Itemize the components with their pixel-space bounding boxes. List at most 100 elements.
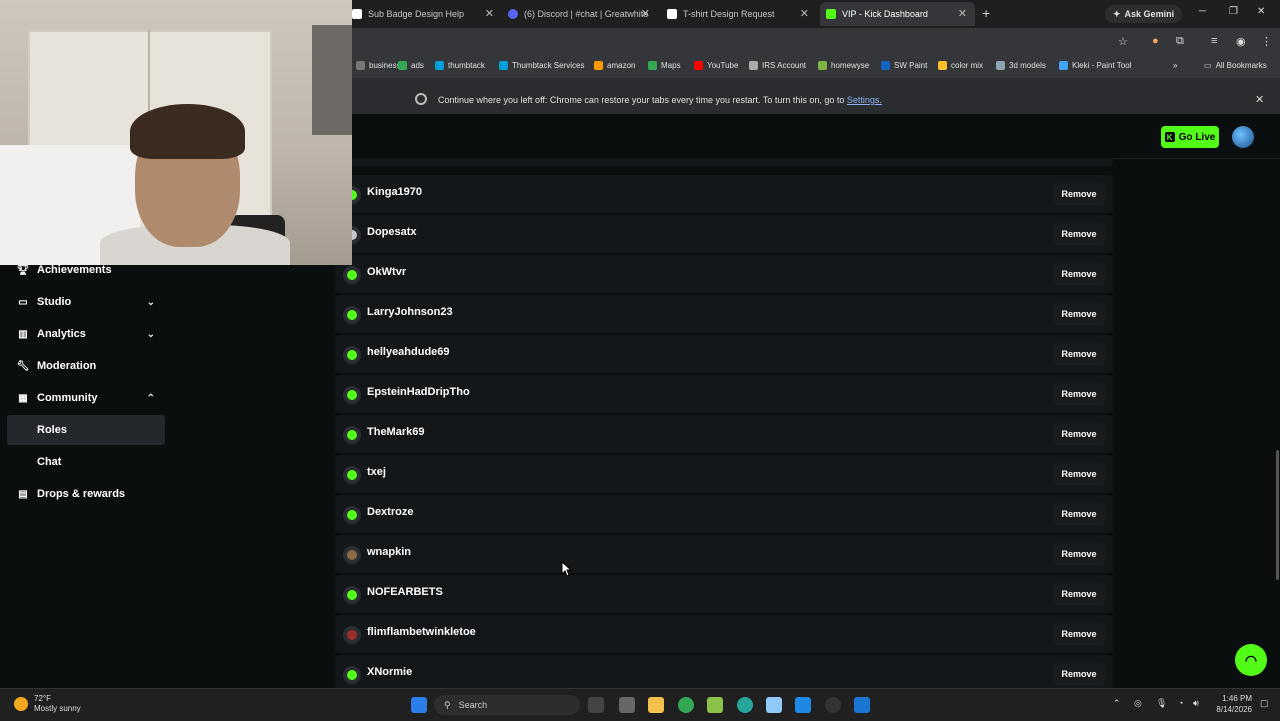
close-icon[interactable]: ✕ (958, 7, 967, 20)
tab-vip-kick[interactable]: VIP - Kick Dashboard ✕ (820, 2, 975, 26)
tab-sub-badge[interactable]: Sub Badge Design Help ✕ (352, 2, 502, 26)
tab-tshirt[interactable]: T-shirt Design Request ✕ (667, 2, 817, 26)
taskbar-search[interactable]: ⚲ Search (434, 695, 580, 715)
go-live-button[interactable]: K Go Live (1161, 126, 1219, 148)
puzzle-icon[interactable]: ⧉ (1176, 35, 1184, 48)
chevron-up-icon[interactable]: ⌃ (1113, 698, 1121, 709)
username[interactable]: NOFEARBETS (367, 586, 443, 598)
page-scrollbar[interactable] (1276, 450, 1279, 580)
obs-icon[interactable] (825, 697, 841, 713)
sidebar-item-roles[interactable]: Roles (7, 415, 165, 445)
username[interactable]: flimflambetwinkletoe (367, 626, 476, 638)
avatar[interactable] (343, 386, 361, 404)
bookmark-item[interactable]: Kleki - Paint Tool (1059, 61, 1131, 70)
file-explorer-icon[interactable] (648, 697, 664, 713)
bookmark-item[interactable]: business (356, 61, 401, 70)
word-icon[interactable] (854, 697, 870, 713)
remove-button[interactable]: Remove (1053, 503, 1105, 525)
new-tab-button[interactable]: + (982, 5, 990, 21)
network-icon[interactable]: ◎ (1134, 698, 1142, 709)
username[interactable]: hellyeahdude69 (367, 346, 450, 358)
username[interactable]: wnapkin (367, 546, 411, 558)
profile-icon[interactable]: ◉ (1236, 35, 1246, 48)
avatar[interactable] (343, 346, 361, 364)
sidebar-item-moderation[interactable]: 🔧︎ Moderation (7, 351, 165, 381)
bookmark-item[interactable]: thumbtack (435, 61, 485, 70)
settings-link[interactable]: Settings. (847, 95, 882, 105)
avatar[interactable] (1232, 126, 1254, 148)
app-icon[interactable] (707, 697, 723, 713)
windows-start-icon[interactable] (411, 697, 427, 713)
sidebar-item-chat[interactable]: Chat (7, 447, 165, 477)
remove-button[interactable]: Remove (1053, 343, 1105, 365)
username[interactable]: LarryJohnson23 (367, 306, 453, 318)
extension-icon[interactable]: ● (1152, 35, 1159, 47)
more-bookmarks-icon[interactable]: » (1173, 61, 1177, 70)
username[interactable]: Dextroze (367, 506, 413, 518)
remove-button[interactable]: Remove (1053, 223, 1105, 245)
all-bookmarks-button[interactable]: ▭ All Bookmarks (1204, 61, 1267, 70)
remove-button[interactable]: Remove (1053, 303, 1105, 325)
username[interactable]: Dopesatx (367, 226, 417, 238)
media-icon[interactable]: ≡ (1211, 35, 1217, 47)
remove-button[interactable]: Remove (1053, 183, 1105, 205)
avatar[interactable] (343, 546, 361, 564)
remove-button[interactable]: Remove (1053, 263, 1105, 285)
window-close-icon[interactable]: ✕ (1257, 6, 1265, 17)
avatar[interactable] (343, 266, 361, 284)
sidebar-item-drops-rewards[interactable]: ▤ Drops & rewards (7, 479, 165, 509)
bookmark-star-icon[interactable]: ☆ (1118, 35, 1128, 48)
remove-button[interactable]: Remove (1053, 463, 1105, 485)
weather-widget[interactable]: 72°F Mostly sunny (14, 694, 81, 714)
notes-icon[interactable] (766, 697, 782, 713)
avatar[interactable] (343, 586, 361, 604)
task-view-icon[interactable] (588, 697, 604, 713)
menu-icon[interactable]: ⋮ (1261, 35, 1272, 48)
edge-icon[interactable] (737, 697, 753, 713)
bookmark-item[interactable]: Maps (648, 61, 681, 70)
restore-icon[interactable]: ❐ (1229, 6, 1238, 17)
bookmark-item[interactable]: Thumbtack Services (499, 61, 584, 70)
close-icon[interactable]: ✕ (641, 7, 650, 20)
wifi-icon[interactable]: ◔ (1178, 698, 1183, 708)
system-clock[interactable]: 1:46 PM 8/14/2026 (1208, 693, 1252, 715)
avatar[interactable] (343, 626, 361, 644)
microphone-icon[interactable]: 🎙︎ (1156, 698, 1167, 709)
sidebar-item-analytics[interactable]: ▥ Analytics ⌄ (7, 319, 165, 349)
remove-button[interactable]: Remove (1053, 543, 1105, 565)
avatar[interactable] (343, 306, 361, 324)
username[interactable]: OkWtvr (367, 266, 406, 278)
remove-button[interactable]: Remove (1053, 583, 1105, 605)
remove-button[interactable]: Remove (1053, 623, 1105, 645)
sidebar-item-community[interactable]: ▦ Community ⌃ (7, 383, 165, 413)
ask-gemini-button[interactable]: ✦ Ask Gemini (1105, 5, 1183, 23)
bookmark-item[interactable]: SW Paint (881, 61, 927, 70)
bookmark-item[interactable]: 3d models (996, 61, 1046, 70)
avatar[interactable] (343, 426, 361, 444)
bookmark-item[interactable]: IRS Account (749, 61, 806, 70)
avatar[interactable] (343, 466, 361, 484)
tab-discord[interactable]: (6) Discord | #chat | Greatwhite ✕ (508, 2, 658, 26)
chrome-taskbar-icon[interactable] (678, 697, 694, 713)
username[interactable]: XNormie (367, 666, 412, 678)
close-icon[interactable]: ✕ (1255, 93, 1264, 106)
bookmark-item[interactable]: ads (398, 61, 424, 70)
minimize-icon[interactable]: ─ (1199, 6, 1206, 17)
avatar[interactable] (343, 506, 361, 524)
help-chat-button[interactable]: ◠ (1235, 644, 1267, 676)
username[interactable]: TheMark69 (367, 426, 424, 438)
username[interactable]: txej (367, 466, 386, 478)
remove-button[interactable]: Remove (1053, 423, 1105, 445)
bookmark-item[interactable]: color mix (938, 61, 983, 70)
photos-icon[interactable] (795, 697, 811, 713)
sidebar-item-studio[interactable]: ▭ Studio ⌄ (7, 287, 165, 317)
notification-icon[interactable]: ▢ (1260, 698, 1269, 709)
avatar[interactable] (343, 666, 361, 684)
username[interactable]: Kinga1970 (367, 186, 422, 198)
username[interactable]: EpsteinHadDripTho (367, 386, 470, 398)
close-icon[interactable]: ✕ (485, 7, 494, 20)
volume-icon[interactable]: 🔊︎ (1193, 698, 1199, 709)
bookmark-item[interactable]: YouTube (694, 61, 738, 70)
remove-button[interactable]: Remove (1053, 663, 1105, 685)
remove-button[interactable]: Remove (1053, 383, 1105, 405)
